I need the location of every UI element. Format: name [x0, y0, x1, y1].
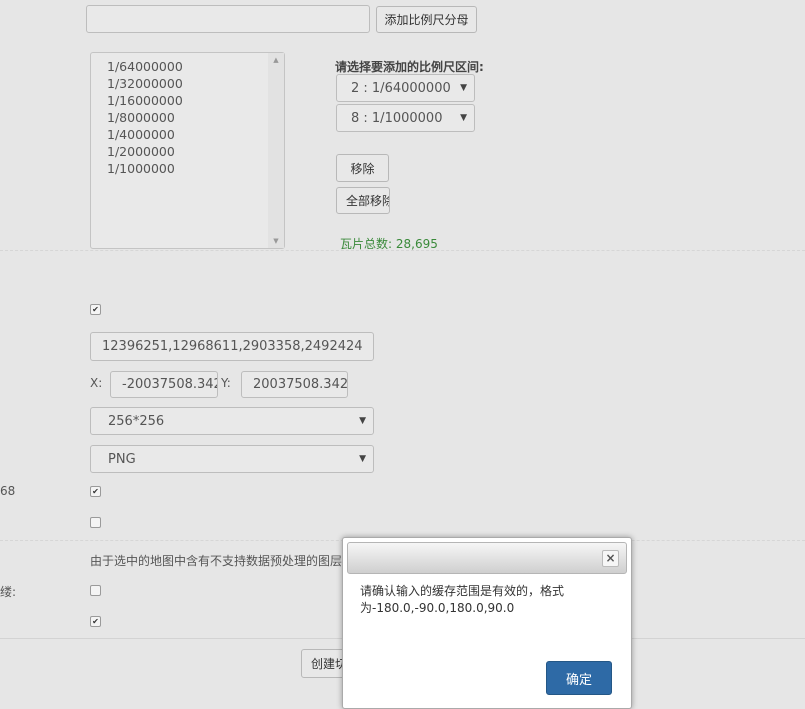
range-to-value: 8 : 1/1000000: [351, 110, 443, 126]
validation-dialog: × 请确认输入的缓存范围是有效的，格式为-180.0,-90.0,180.0,9…: [342, 537, 632, 709]
chevron-down-icon: ▼: [359, 416, 366, 426]
add-scale-button[interactable]: 添加比例尺分母: [376, 6, 477, 33]
section-divider: [0, 250, 805, 251]
list-item[interactable]: 1/1000000: [107, 160, 175, 177]
range-from-value: 2 : 1/64000000: [351, 80, 451, 96]
y-label: Y:: [221, 376, 231, 390]
range-label: 请选择要添加的比例尺区间:: [335, 60, 484, 74]
scroll-up-arrow-icon[interactable]: ▲: [268, 56, 284, 64]
checkbox-5[interactable]: ✔: [90, 616, 101, 627]
range-from-select[interactable]: 2 : 1/64000000 ▼: [336, 74, 475, 102]
dialog-message: 请确认输入的缓存范围是有效的，格式为-180.0,-90.0,180.0,90.…: [360, 584, 565, 615]
scale-denominator-input[interactable]: [86, 5, 370, 33]
close-icon[interactable]: ×: [602, 550, 619, 567]
format-value: PNG: [108, 451, 136, 467]
remove-all-button[interactable]: 全部移除: [336, 187, 390, 214]
chevron-down-icon: ▼: [460, 83, 467, 93]
bounds-input[interactable]: 12396251,12968611,2903358,2492424: [90, 332, 374, 361]
x-label: X:: [90, 376, 103, 390]
format-select[interactable]: PNG ▼: [90, 445, 374, 473]
list-item[interactable]: 1/64000000: [107, 58, 183, 75]
checkbox-3[interactable]: [90, 517, 101, 528]
checkbox-4[interactable]: [90, 585, 101, 596]
origin-x-input[interactable]: -20037508.342: [110, 371, 218, 398]
list-item[interactable]: 1/16000000: [107, 92, 183, 109]
scale-list[interactable]: 1/64000000 1/32000000 1/16000000 1/80000…: [90, 52, 285, 249]
tile-size-value: 256*256: [108, 413, 165, 429]
scroll-down-arrow-icon[interactable]: ▼: [268, 237, 284, 245]
tile-size-select[interactable]: 256*256 ▼: [90, 407, 374, 435]
checkbox-2[interactable]: ✔: [90, 486, 101, 497]
left-label-fragment: 缕:: [0, 585, 17, 599]
dialog-header[interactable]: ×: [347, 542, 627, 574]
list-scrollbar[interactable]: ▲ ▼: [268, 53, 284, 248]
list-item[interactable]: 1/2000000: [107, 143, 175, 160]
chevron-down-icon: ▼: [359, 454, 366, 464]
remove-button[interactable]: 移除: [336, 154, 389, 182]
left-label-fragment: 68: [0, 484, 16, 498]
list-item[interactable]: 1/32000000: [107, 75, 183, 92]
list-item[interactable]: 1/8000000: [107, 109, 175, 126]
list-item[interactable]: 1/4000000: [107, 126, 175, 143]
origin-y-input[interactable]: 20037508.342: [241, 371, 348, 398]
preprocess-notice: 由于选中的地图中含有不支持数据预处理的图层: [90, 554, 343, 568]
range-to-select[interactable]: 8 : 1/1000000 ▼: [336, 104, 475, 132]
chevron-down-icon: ▼: [460, 113, 467, 123]
checkbox-1[interactable]: ✔: [90, 304, 101, 315]
